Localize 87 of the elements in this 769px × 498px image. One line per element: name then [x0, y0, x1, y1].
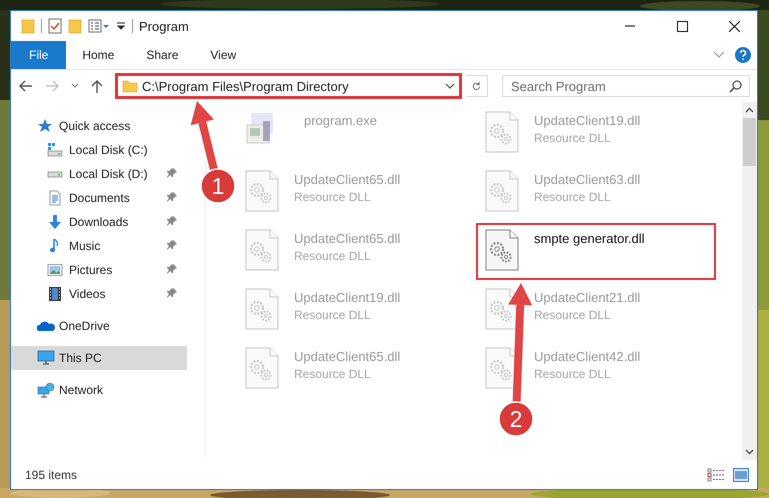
scrollbar[interactable]	[742, 102, 757, 460]
search-icon	[729, 80, 742, 93]
pin-icon[interactable]	[167, 240, 177, 250]
large-icons-view-icon[interactable]	[733, 468, 749, 482]
gear-file-icon	[245, 170, 279, 212]
file-name: UpdateClient65.dll	[294, 349, 400, 364]
nav-item[interactable]: This PC	[11, 346, 187, 370]
file-name: UpdateClient19.dll	[294, 290, 400, 305]
file-name: UpdateClient63.dll	[534, 172, 640, 187]
file-name: smpte generator.dll	[534, 231, 645, 246]
address-field[interactable]: C:\Program Files\Program Directory	[115, 73, 462, 99]
window-title: Program	[139, 18, 190, 34]
star-icon	[37, 118, 53, 134]
gear-file-icon	[485, 288, 519, 330]
nav-item[interactable]: Documents	[11, 186, 187, 210]
file-type: Resource DLL	[294, 367, 372, 381]
chevron-down-icon	[71, 83, 79, 89]
minimize-icon	[625, 25, 635, 27]
nav-item[interactable]: Videos	[11, 282, 187, 306]
item-count: 195 items	[25, 468, 78, 482]
nav-item[interactable]: OneDrive	[11, 314, 187, 338]
ribbon-tab[interactable]: File	[11, 41, 66, 69]
file-item[interactable]: smpte generator.dll	[476, 223, 716, 280]
pin-icon[interactable]	[167, 192, 177, 202]
properties-icon[interactable]	[88, 18, 110, 34]
nav-item[interactable]: Music	[11, 234, 187, 258]
pin-icon[interactable]	[167, 216, 177, 226]
download-arrow-icon	[47, 214, 63, 230]
file-name: UpdateClient42.dll	[534, 349, 640, 364]
nav-item[interactable]: Downloads	[11, 210, 187, 234]
search-field[interactable]: Search Program	[502, 75, 750, 97]
file-name: program.exe	[304, 113, 377, 128]
file-type: Resource DLL	[534, 190, 612, 204]
gear-file-icon	[245, 288, 279, 330]
file-type: Resource DLL	[534, 131, 612, 145]
file-type: Resource DLL	[294, 190, 372, 204]
close-icon	[728, 20, 740, 32]
drive-icon	[47, 170, 63, 178]
forward-arrow-icon	[45, 80, 59, 92]
gear-file-icon	[245, 229, 279, 271]
gear-file-icon	[485, 111, 519, 153]
pin-icon[interactable]	[167, 288, 177, 298]
folder-icon[interactable]	[68, 18, 82, 34]
folder-icon	[122, 78, 138, 94]
document-icon	[47, 190, 63, 206]
file-type: Resource DLL	[534, 308, 612, 322]
nav-item[interactable]: Local Disk (C:)	[11, 138, 187, 162]
pin-icon[interactable]	[167, 264, 177, 274]
nav-item[interactable]: Network	[11, 378, 187, 402]
ribbon-tab[interactable]: Home	[66, 41, 130, 69]
ribbon-tab[interactable]: View	[194, 41, 252, 69]
drive-icon	[47, 142, 63, 158]
up-arrow-icon	[91, 79, 103, 93]
ribbon-tab[interactable]: Share	[130, 41, 194, 69]
nav-item[interactable]: Local Disk (D:)	[11, 162, 187, 186]
callout-badge	[498, 401, 534, 437]
monitor-icon	[37, 350, 55, 366]
details-view-icon[interactable]	[707, 468, 725, 482]
callout-number: 1	[212, 173, 224, 199]
chevron-down-icon[interactable]	[713, 51, 725, 59]
callout-badge	[200, 168, 236, 204]
folder-icon[interactable]	[21, 18, 35, 34]
gear-file-icon	[245, 347, 279, 389]
file-type: Resource DLL	[534, 367, 612, 381]
maximize-icon	[676, 20, 688, 32]
network-icon	[37, 382, 55, 398]
landscape-image-icon	[47, 262, 63, 278]
refresh-icon	[472, 79, 481, 93]
dropdown-caret-icon[interactable]	[445, 82, 455, 90]
checklist-icon[interactable]	[48, 18, 62, 34]
file-name: UpdateClient19.dll	[534, 113, 640, 128]
file-type: Resource DLL	[294, 249, 372, 263]
nav-item[interactable]: Pictures	[11, 258, 187, 282]
scroll-thumb[interactable]	[743, 118, 756, 166]
file-type: Resource DLL	[294, 308, 372, 322]
pin-icon[interactable]	[167, 168, 177, 178]
file-name: UpdateClient65.dll	[294, 172, 400, 187]
back-arrow-icon	[19, 80, 33, 92]
file-name: UpdateClient65.dll	[294, 231, 400, 246]
gear-file-icon	[485, 229, 519, 271]
file-name: UpdateClient21.dll	[534, 290, 640, 305]
film-strip-icon	[47, 286, 63, 302]
help-icon[interactable]	[735, 47, 751, 63]
gear-file-icon	[485, 170, 519, 212]
refresh-button[interactable]	[466, 75, 488, 97]
nav-item[interactable]: Quick access	[11, 114, 187, 138]
callout-number: 2	[510, 406, 522, 432]
